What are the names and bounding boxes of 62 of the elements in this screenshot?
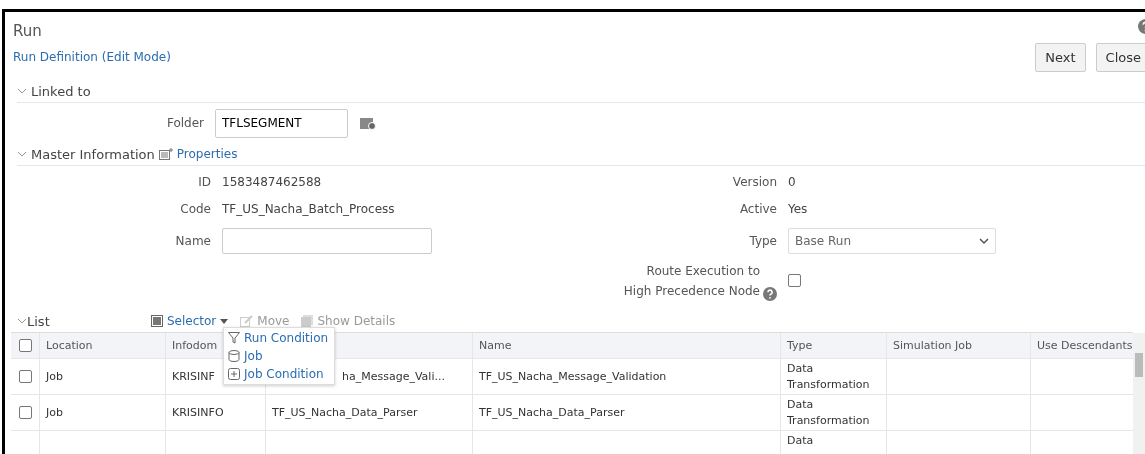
breadcrumb-link[interactable]: Run Definition (Edit Mode): [13, 50, 171, 64]
field-label: Name: [174, 233, 211, 250]
chevron-down-icon[interactable]: [17, 150, 27, 158]
help-icon[interactable]: [763, 287, 777, 301]
edit-icon: [240, 315, 254, 327]
table-cell: KRISINF: [172, 368, 215, 385]
field-label: ID: [197, 173, 211, 191]
checkbox[interactable]: [788, 273, 801, 287]
column-header[interactable]: Type: [787, 337, 813, 354]
table-cell: TF_US_Nacha_Data_Parser: [272, 404, 418, 421]
scrollbar[interactable]: [1133, 333, 1145, 454]
folder-browse-icon[interactable]: [360, 116, 376, 130]
toolbar-button[interactable]: Selector: [151, 314, 217, 328]
folder-input[interactable]: TFLSEGMENT: [215, 108, 348, 138]
selector-icon: [151, 315, 163, 327]
field-label: Code: [179, 200, 211, 218]
section-title: Master Information: [31, 146, 155, 162]
page-title: Run: [13, 22, 42, 40]
chevron-down-icon[interactable]: [17, 87, 27, 95]
field-label: Type: [748, 233, 777, 250]
field-label: Route Execution to High Precedence Node: [622, 263, 760, 300]
column-header[interactable]: Simulation Job: [893, 337, 973, 354]
table-cell-text: Data Transformation: [787, 360, 871, 393]
row-checkbox[interactable]: [18, 406, 32, 419]
field-label: Version: [731, 173, 777, 191]
field-value: 0: [788, 174, 797, 189]
menu-item[interactable]: Job Condition: [228, 367, 329, 381]
table-cell: KRISINFO: [172, 404, 224, 421]
name-input[interactable]: [222, 228, 432, 254]
chevron-down-icon: [979, 237, 989, 245]
close-button[interactable]: Close: [1095, 42, 1145, 72]
section-title: List: [27, 313, 51, 329]
table-plus-icon: [228, 368, 240, 380]
field-label: Active: [738, 200, 777, 218]
table-cell-text: Data: [787, 433, 815, 449]
menu-item[interactable]: Run Condition: [228, 331, 329, 345]
chevron-down-icon[interactable]: [17, 317, 27, 325]
field-value: TF_US_Nacha_Batch_Process: [222, 201, 396, 216]
field-value: Yes: [788, 201, 809, 216]
caret-down-icon[interactable]: [220, 318, 229, 324]
select-all-checkbox[interactable]: [18, 339, 32, 352]
column-header[interactable]: Use Descendants: [1037, 337, 1133, 354]
field-label: Folder: [165, 115, 204, 132]
field-value: 1583487462588: [222, 174, 323, 189]
table-cell: Job: [46, 368, 63, 385]
filter-icon: [228, 332, 240, 344]
column-header[interactable]: Infodom: [172, 337, 218, 354]
table-cell: Job: [46, 404, 63, 421]
properties-icon: [158, 148, 173, 160]
section-title: Linked to: [31, 83, 91, 99]
table-cell: TF_US_Nacha_Message_Validation: [479, 368, 667, 385]
cylinder-icon: [228, 350, 240, 362]
type-select[interactable]: Base Run: [788, 228, 996, 254]
properties-link[interactable]: Properties: [176, 147, 238, 161]
table-cell: ha_Message_Vali...: [342, 368, 445, 385]
column-header[interactable]: Location: [46, 337, 93, 354]
next-button[interactable]: Next: [1035, 42, 1086, 72]
table-cell: TF_US_Nacha_Data_Parser: [479, 404, 625, 421]
menu-item[interactable]: Job: [228, 349, 329, 363]
row-checkbox[interactable]: [18, 370, 32, 383]
column-header[interactable]: Name: [479, 337, 512, 354]
table-cell-text: Data Transformation: [787, 396, 871, 429]
